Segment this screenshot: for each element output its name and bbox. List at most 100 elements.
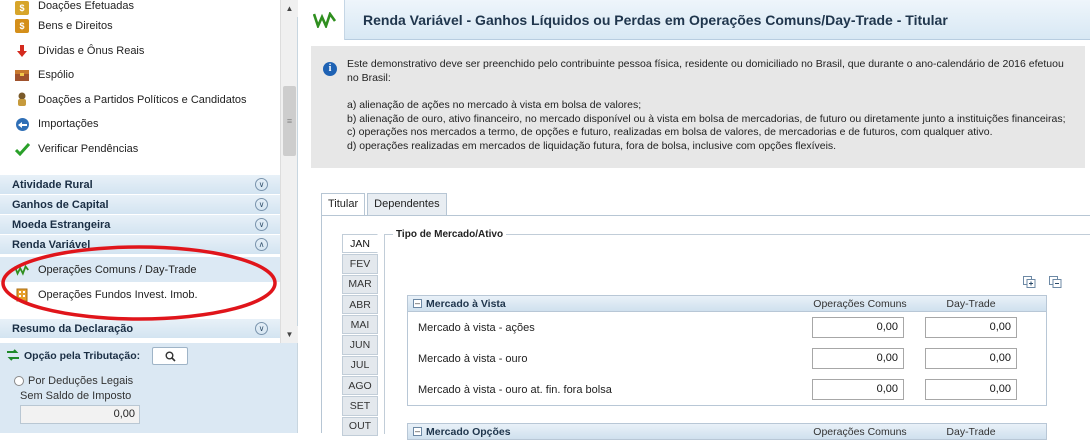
sidebar-item-label: Bens e Direitos <box>38 20 113 33</box>
fieldset-legend: Tipo de Mercado/Ativo <box>393 229 507 240</box>
title-bar: Renda Variável - Ganhos Líquidos ou Perd… <box>305 0 1090 40</box>
group-mercado-vista: – Mercado à Vista Operações Comuns Day-T… <box>407 295 1047 406</box>
section-label: Atividade Rural <box>12 178 93 191</box>
group-mercado-opcoes: – Mercado Opções Operações Comuns Day-Tr… <box>407 423 1047 440</box>
sidebar-item-doacoes-partidos[interactable]: Doações a Partidos Políticos e Candidato… <box>0 88 280 113</box>
col-header-comuns: Operações Comuns <box>813 425 907 438</box>
tab-month-mar[interactable]: MAR <box>342 274 378 294</box>
month-tabs: JAN FEV MAR ABR MAI JUN JUL AGO SET OUT <box>342 234 378 437</box>
info-box: i Este demonstrativo deve ser preenchido… <box>311 46 1085 168</box>
table-row: Mercado à vista - ações 0,00 0,00 <box>408 312 1046 343</box>
radio-circle[interactable] <box>14 376 24 386</box>
sidebar-item-importacoes[interactable]: Importações <box>0 112 280 137</box>
tab-month-set[interactable]: SET <box>342 396 378 416</box>
import-icon <box>14 116 30 132</box>
debts-icon <box>14 43 30 59</box>
table-row: Mercado à vista - ouro 0,00 0,00 <box>408 343 1046 374</box>
sidebar-scrollbar[interactable]: ▲ ≡ ▼ <box>280 0 298 343</box>
main-panel: Renda Variável - Ganhos Líquidos ou Perd… <box>305 0 1090 440</box>
saldo-label: Sem Saldo de Imposto <box>20 390 132 402</box>
collapse-icon[interactable]: – <box>413 427 422 436</box>
tab-panel: JAN FEV MAR ABR MAI JUN JUL AGO SET OUT … <box>321 215 1090 440</box>
info-icon: i <box>323 62 337 76</box>
tab-month-jan[interactable]: JAN <box>342 234 378 254</box>
input-comuns[interactable]: 0,00 <box>812 379 904 400</box>
opcao-header: Opção pela Tributação: <box>6 347 291 365</box>
tab-month-ago[interactable]: AGO <box>342 376 378 396</box>
scroll-down-icon[interactable]: ▼ <box>281 326 298 343</box>
chevron-down-icon[interactable]: ∨ <box>255 178 268 191</box>
sidebar-item-bens-direitos[interactable]: $ Bens e Direitos <box>0 14 280 39</box>
tab-month-mai[interactable]: MAI <box>342 315 378 335</box>
chevron-up-icon[interactable]: ∧ <box>255 238 268 251</box>
group-header[interactable]: – Mercado Opções Operações Comuns Day-Tr… <box>408 424 1046 440</box>
check-icon <box>14 141 30 157</box>
sidebar-item-label: Operações Fundos Invest. Imob. <box>38 288 198 301</box>
building-icon <box>14 287 30 303</box>
section-label: Renda Variável <box>12 238 91 251</box>
sidebar-item-label: Verificar Pendências <box>38 142 139 155</box>
tab-bar: Titular Dependentes <box>321 193 449 216</box>
tab-dependentes[interactable]: Dependentes <box>367 193 447 215</box>
tab-month-jun[interactable]: JUN <box>342 335 378 355</box>
input-daytrade[interactable]: 0,00 <box>925 317 1017 338</box>
input-comuns[interactable]: 0,00 <box>812 348 904 369</box>
sidebar-item-operacoes-comuns[interactable]: Operações Comuns / Day-Trade <box>0 257 280 282</box>
assets-icon: $ <box>14 18 30 34</box>
fieldset-tools <box>1022 275 1062 288</box>
group-header[interactable]: – Mercado à Vista Operações Comuns Day-T… <box>408 296 1046 312</box>
stock-chart-icon <box>305 0 345 40</box>
sidebar-item-espolio[interactable]: Espólio <box>0 63 280 88</box>
input-daytrade[interactable]: 0,00 <box>925 348 1017 369</box>
section-label: Moeda Estrangeira <box>12 218 111 231</box>
sidebar-item-label: Doações a Partidos Políticos e Candidato… <box>38 93 247 106</box>
input-daytrade[interactable]: 0,00 <box>925 379 1017 400</box>
input-comuns[interactable]: 0,00 <box>812 317 904 338</box>
collapse-icon[interactable]: – <box>413 299 422 308</box>
sidebar-list: $ Doações Efetuadas $ Bens e Direitos Dí… <box>0 0 280 339</box>
sidebar-item-label: Espólio <box>38 69 75 82</box>
tab-month-jul[interactable]: JUL <box>342 355 378 376</box>
chevron-down-icon[interactable]: ∨ <box>255 322 268 335</box>
section-atividade-rural[interactable]: Atividade Rural ∨ <box>0 175 280 195</box>
section-label: Ganhos de Capital <box>12 198 109 211</box>
section-renda-variavel[interactable]: Renda Variável ∧ <box>0 235 280 255</box>
sidebar: $ Doações Efetuadas $ Bens e Direitos Dí… <box>0 0 298 433</box>
info-line: d) operações realizadas em mercados de l… <box>347 139 837 152</box>
sidebar-item-dividas[interactable]: Dívidas e Ônus Reais <box>0 39 280 64</box>
collapse-all-icon[interactable] <box>1048 275 1062 288</box>
tab-month-out[interactable]: OUT <box>342 416 378 436</box>
donation-icon: $ <box>14 0 30 16</box>
page-title: Renda Variável - Ganhos Líquidos ou Perd… <box>363 11 948 28</box>
section-resumo-declaracao[interactable]: Resumo da Declaração ∨ <box>0 319 280 339</box>
search-button[interactable] <box>152 347 189 365</box>
info-line: b) alienação de ouro, ativo financeiro, … <box>347 112 1066 125</box>
tab-month-abr[interactable]: ABR <box>342 294 378 315</box>
tab-month-fev[interactable]: FEV <box>342 254 378 274</box>
scrollbar-thumb[interactable]: ≡ <box>283 86 296 156</box>
sidebar-item-fundos-imob[interactable]: Operações Fundos Invest. Imob. <box>0 282 280 307</box>
chevron-down-icon[interactable]: ∨ <box>255 218 268 231</box>
scroll-up-icon[interactable]: ▲ <box>281 0 298 17</box>
chevron-down-icon[interactable]: ∨ <box>255 198 268 211</box>
expand-all-icon[interactable] <box>1022 275 1036 288</box>
saldo-value: 0,00 <box>20 405 140 424</box>
estate-icon <box>14 67 30 83</box>
tab-titular[interactable]: Titular <box>321 193 366 216</box>
tipo-mercado-fieldset: Tipo de Mercado/Ativo – Mercado à Vista … <box>384 229 1090 440</box>
info-line: c) operações nos mercados a termo, de op… <box>347 126 993 138</box>
sidebar-item-label: Operações Comuns / Day-Trade <box>38 263 197 276</box>
opcao-label: Opção pela Tributação: <box>24 350 141 362</box>
sidebar-item-doacoes-efetuadas[interactable]: $ Doações Efetuadas <box>0 0 280 16</box>
sidebar-item-verificar[interactable]: Verificar Pendências <box>0 137 280 162</box>
section-ganhos-capital[interactable]: Ganhos de Capital ∨ <box>0 195 280 215</box>
radio-deducoes-legais[interactable]: Por Deduções Legais <box>6 375 291 387</box>
section-moeda-estrangeira[interactable]: Moeda Estrangeira ∨ <box>0 215 280 235</box>
sidebar-item-label: Doações Efetuadas <box>38 0 135 12</box>
col-header-daytrade: Day-Trade <box>946 297 996 310</box>
info-line: a) alienação de ações no mercado à vista… <box>347 99 642 111</box>
row-label: Mercado à vista - ações <box>418 321 535 334</box>
search-icon <box>165 351 176 362</box>
col-header-comuns: Operações Comuns <box>813 297 907 310</box>
